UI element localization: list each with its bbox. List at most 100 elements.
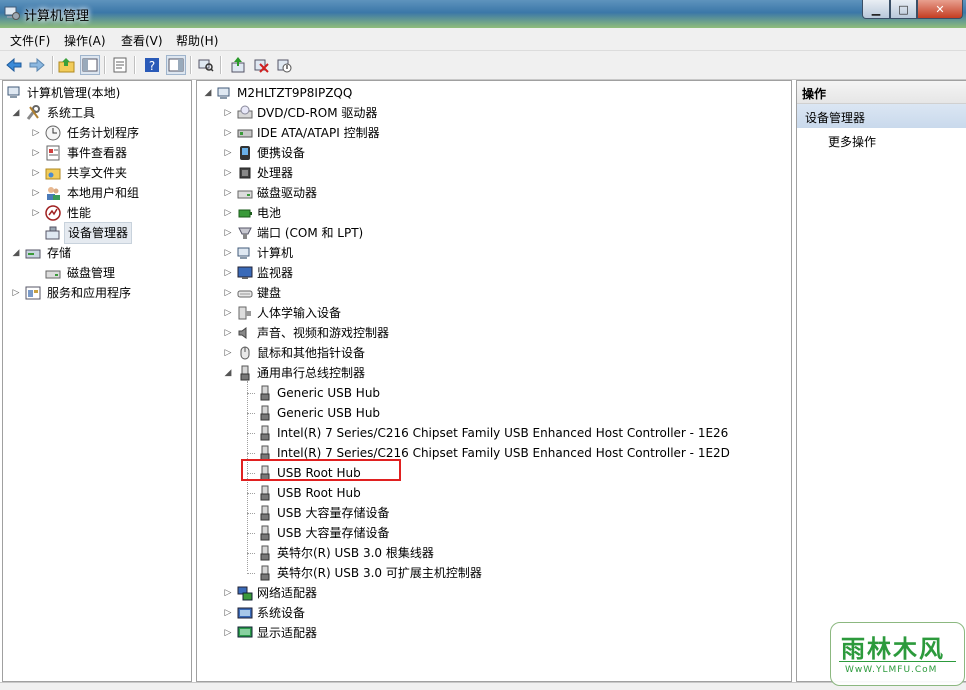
show-action-pane-icon[interactable] bbox=[166, 55, 186, 75]
expand-icon[interactable]: ▷ bbox=[223, 183, 233, 203]
menu-help[interactable]: 帮助(H) bbox=[176, 32, 218, 49]
system-tools-label: 系统工具 bbox=[47, 106, 96, 120]
expand-icon[interactable]: ▷ bbox=[223, 263, 233, 283]
scan-hardware-icon[interactable] bbox=[196, 55, 216, 75]
actions-header: 操作 bbox=[797, 81, 966, 104]
toolbar: ? bbox=[0, 51, 966, 80]
device-tree-root-label: M2HLTZT9P8IPZQQ bbox=[237, 86, 353, 100]
close-button[interactable]: ✕ bbox=[917, 0, 963, 19]
category-batteries-label: 电池 bbox=[257, 206, 282, 220]
watermark-main: 雨林木风 bbox=[841, 635, 945, 663]
usb-icon bbox=[240, 365, 250, 381]
dvd-icon bbox=[237, 105, 253, 119]
show-tree-icon[interactable] bbox=[80, 55, 100, 75]
usb-device-item-label: 英特尔(R) USB 3.0 可扩展主机控制器 bbox=[277, 566, 482, 580]
expand-icon[interactable]: ▷ bbox=[31, 163, 41, 183]
menu-action[interactable]: 操作(A) bbox=[64, 32, 106, 49]
expand-icon[interactable]: ▷ bbox=[223, 243, 233, 263]
expand-icon[interactable]: ▷ bbox=[223, 283, 233, 303]
shared-folders-label: 共享文件夹 bbox=[67, 166, 128, 180]
usb-device-item-label: Generic USB Hub bbox=[277, 406, 381, 420]
expand-icon[interactable]: ▷ bbox=[223, 123, 233, 143]
clock-icon bbox=[45, 125, 61, 141]
back-icon[interactable] bbox=[4, 55, 24, 75]
expand-icon[interactable]: ▷ bbox=[223, 603, 233, 623]
disk-management-label: 磁盘管理 bbox=[67, 266, 116, 280]
usb-device-item-label: 英特尔(R) USB 3.0 根集线器 bbox=[277, 546, 434, 560]
disable-device-icon[interactable] bbox=[274, 55, 294, 75]
forward-icon[interactable] bbox=[27, 55, 47, 75]
storage-icon bbox=[25, 249, 41, 259]
performance-label: 性能 bbox=[67, 206, 92, 220]
actions-pane: 操作 设备管理器 更多操作 bbox=[796, 80, 966, 682]
port-icon bbox=[238, 227, 252, 239]
performance-icon bbox=[45, 205, 61, 221]
services-icon bbox=[25, 286, 41, 300]
expand-icon[interactable]: ▷ bbox=[31, 183, 41, 203]
expand-icon[interactable]: ▷ bbox=[31, 123, 41, 143]
more-actions-link[interactable]: 更多操作 bbox=[828, 133, 876, 150]
local-users-label: 本地用户和组 bbox=[67, 186, 140, 200]
shared-folder-icon bbox=[45, 168, 61, 180]
title-bar[interactable]: 计算机管理 ▁ □ ✕ bbox=[0, 0, 966, 28]
update-driver-icon[interactable] bbox=[228, 55, 248, 75]
expand-icon[interactable]: ▷ bbox=[31, 203, 41, 223]
event-viewer-label: 事件查看器 bbox=[67, 146, 128, 160]
network-icon bbox=[237, 586, 253, 601]
properties-icon[interactable] bbox=[110, 55, 130, 75]
disk-management-icon bbox=[45, 270, 61, 279]
category-mice-label: 鼠标和其他指针设备 bbox=[257, 346, 366, 360]
watermark-logo: 雨林木风 WwW.YLMFU.CoM bbox=[830, 622, 965, 686]
expand-icon[interactable]: ▷ bbox=[223, 103, 233, 123]
category-usb-controllers-label: 通用串行总线控制器 bbox=[257, 366, 366, 380]
cpu-icon bbox=[239, 167, 251, 179]
expand-icon[interactable]: ▷ bbox=[223, 203, 233, 223]
expand-icon[interactable]: ▷ bbox=[223, 343, 233, 363]
category-disk-drives-label: 磁盘驱动器 bbox=[257, 186, 318, 200]
up-folder-icon[interactable] bbox=[57, 55, 77, 75]
usb-device-item-label: Intel(R) 7 Series/C216 Chipset Family US… bbox=[277, 426, 729, 440]
ide-icon bbox=[237, 129, 253, 138]
expand-icon[interactable]: ▷ bbox=[223, 323, 233, 343]
usb-icon bbox=[260, 525, 270, 541]
usb-icon bbox=[260, 485, 270, 501]
monitor-icon bbox=[237, 266, 253, 279]
task-scheduler-label: 任务计划程序 bbox=[67, 126, 140, 140]
category-ide-ata-label: IDE ATA/ATAPI 控制器 bbox=[257, 126, 380, 140]
expand-icon[interactable]: ▷ bbox=[223, 143, 233, 163]
category-computer-label: 计算机 bbox=[257, 246, 294, 260]
collapse-icon[interactable]: ◢ bbox=[11, 103, 21, 123]
expand-icon[interactable]: ▷ bbox=[223, 623, 233, 643]
menu-view[interactable]: 查看(V) bbox=[121, 32, 163, 49]
svg-text:?: ? bbox=[149, 59, 155, 73]
expand-icon[interactable]: ▷ bbox=[223, 163, 233, 183]
battery-icon bbox=[238, 209, 252, 218]
collapse-icon[interactable]: ◢ bbox=[11, 243, 21, 263]
expand-icon[interactable]: ▷ bbox=[31, 143, 41, 163]
system-tools-icon bbox=[26, 105, 40, 120]
disk-icon bbox=[237, 190, 253, 199]
menu-file[interactable]: 文件(F) bbox=[10, 32, 50, 49]
usb-icon bbox=[260, 405, 270, 421]
collapse-icon[interactable]: ◢ bbox=[223, 363, 233, 383]
expand-icon[interactable]: ▷ bbox=[223, 303, 233, 323]
uninstall-icon[interactable] bbox=[251, 55, 271, 75]
expand-icon[interactable]: ▷ bbox=[223, 583, 233, 603]
usb-icon bbox=[260, 505, 270, 521]
expand-icon[interactable]: ▷ bbox=[223, 223, 233, 243]
menu-bar: 文件(F) 操作(A) 查看(V) 帮助(H) bbox=[0, 28, 966, 51]
help-icon[interactable]: ? bbox=[142, 55, 162, 75]
console-tree-pane: 计算机管理(本地) ◢ 系统工具 ▷ 任务计划程序 ▷ 事件查看器 ▷ 共享文件… bbox=[2, 80, 192, 682]
expand-icon[interactable]: ▷ bbox=[11, 283, 21, 303]
usb-icon bbox=[260, 425, 270, 441]
hid-icon bbox=[238, 306, 251, 320]
maximize-button[interactable]: □ bbox=[890, 0, 917, 19]
actions-section-device-manager[interactable]: 设备管理器 bbox=[797, 104, 966, 128]
computer-icon bbox=[217, 87, 230, 99]
usb-device-item-label: USB 大容量存储设备 bbox=[277, 526, 390, 540]
minimize-button[interactable]: ▁ bbox=[862, 0, 890, 19]
usb-device-item-label: USB 大容量存储设备 bbox=[277, 506, 390, 520]
mouse-icon bbox=[240, 346, 250, 360]
collapse-icon[interactable]: ◢ bbox=[203, 83, 213, 103]
actions-section-label: 设备管理器 bbox=[805, 111, 866, 125]
